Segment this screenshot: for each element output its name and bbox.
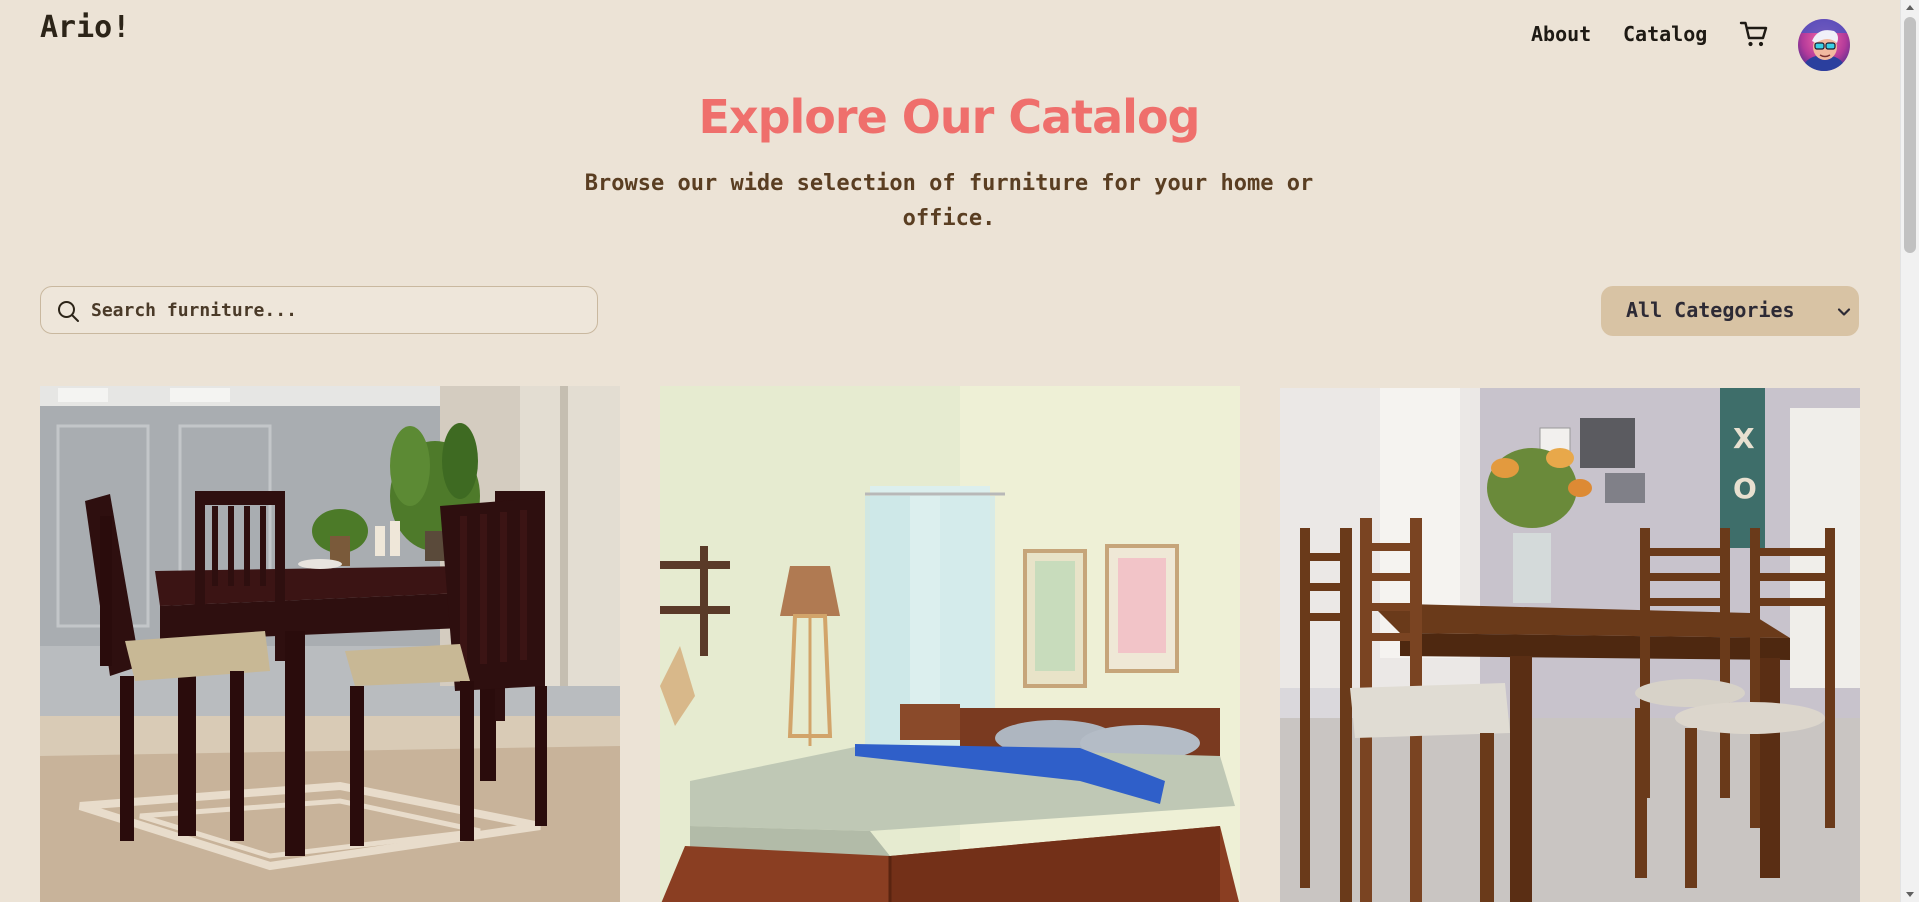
svg-text:O: O <box>1733 472 1757 505</box>
search-icon <box>58 301 79 322</box>
product-image-bed <box>660 386 1240 902</box>
scroll-up-arrow-icon[interactable] <box>1906 5 1914 10</box>
top-navbar: Ario! About Catalog <box>0 0 1900 80</box>
page-title: Explore Our Catalog <box>698 90 1201 144</box>
nav-link-catalog[interactable]: Catalog <box>1623 22 1707 46</box>
catalog-page: Ario! About Catalog Explore Our Catalog … <box>0 0 1919 902</box>
product-card[interactable] <box>660 386 1240 902</box>
search-input[interactable] <box>91 287 581 333</box>
category-selected-value: All Categories <box>1626 298 1795 322</box>
page-subtitle: Browse our wide selection of furniture f… <box>584 171 1314 231</box>
scrollbar-thumb[interactable] <box>1904 17 1916 253</box>
product-image-dining-set-teak: X O <box>1280 388 1860 902</box>
category-select[interactable]: All Categories <box>1601 286 1859 336</box>
vertical-scrollbar[interactable] <box>1900 0 1919 902</box>
product-image-dining-set-dark <box>40 386 620 902</box>
svg-text:X: X <box>1733 422 1755 455</box>
user-avatar[interactable] <box>1798 19 1850 71</box>
brand-logo[interactable]: Ario! <box>40 10 130 45</box>
shopping-cart-icon[interactable] <box>1739 19 1769 49</box>
nav-link-about[interactable]: About <box>1531 22 1591 46</box>
search-bar[interactable] <box>40 286 598 334</box>
product-card[interactable] <box>40 386 620 902</box>
product-card[interactable]: X O <box>1280 388 1860 902</box>
scroll-down-arrow-icon[interactable] <box>1906 892 1914 897</box>
chevron-down-icon <box>1837 308 1851 316</box>
